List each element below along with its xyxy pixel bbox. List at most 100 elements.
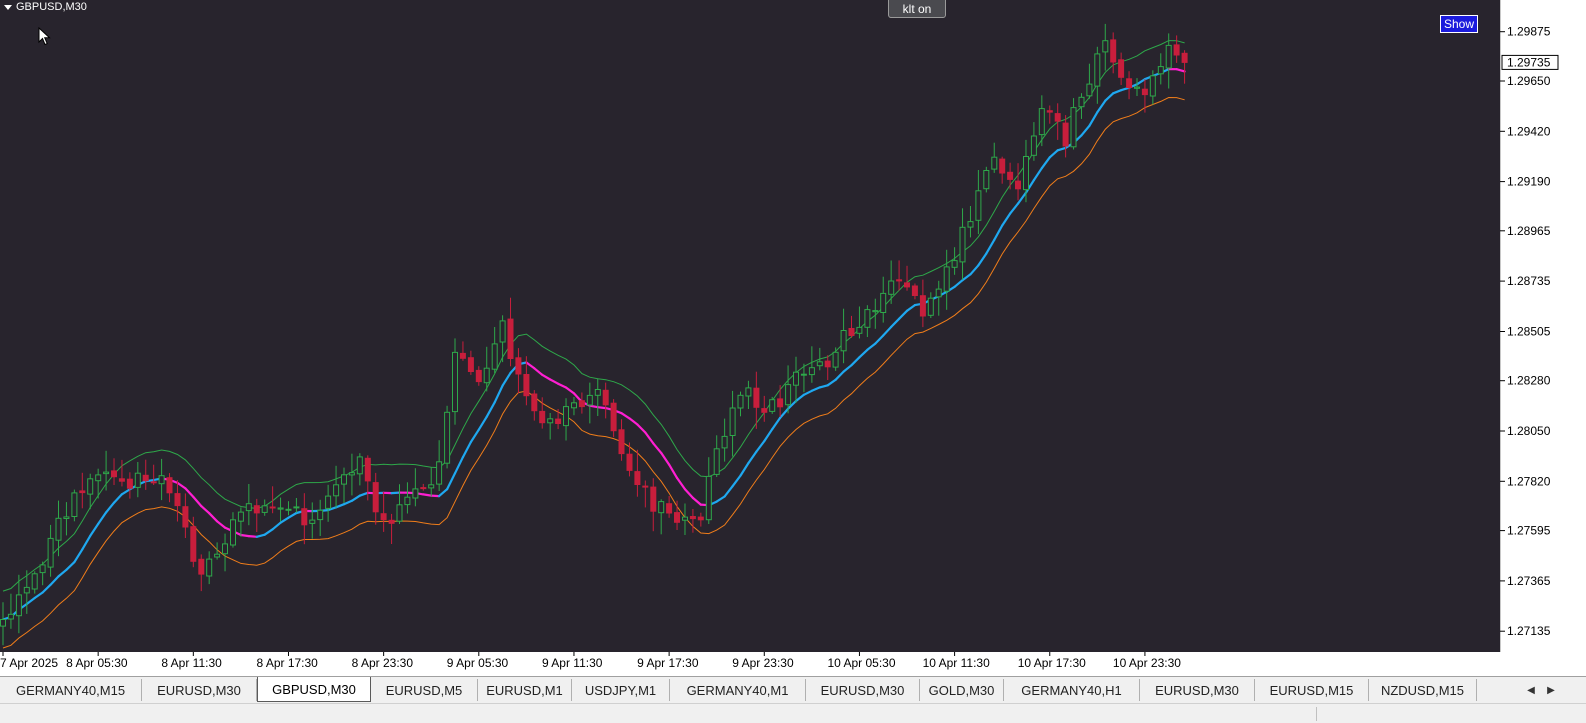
tab-eurusd-m30[interactable]: EURUSD,M30 [142,679,257,701]
candle-body [436,461,443,485]
candle-body [269,506,276,509]
candle-body [745,387,752,397]
center-line-segment [667,463,679,479]
tab-eurusd-m5[interactable]: EURUSD,M5 [371,679,478,701]
y-axis-tick-label: 1.27820 [1507,474,1551,488]
candle-body [206,558,213,577]
candle-body [991,156,998,170]
tab-eurusd-m1[interactable]: EURUSD,M1 [478,679,572,701]
candle-body [594,389,601,396]
center-line-segment [1088,111,1099,127]
tab-scroll-left-icon[interactable]: ◀ [1522,680,1540,700]
tab-germany40-h1[interactable]: GERMANY40,H1 [1004,679,1140,701]
tab-eurusd-m30[interactable]: EURUSD,M30 [806,679,920,701]
candle-body [705,475,712,521]
candle-body [721,435,728,449]
candle-body [1054,113,1061,122]
center-line-segment [493,384,504,404]
candle-body [547,418,554,424]
center-line-segment [897,309,909,320]
x-axis-tick-label: 8 Apr 23:30 [352,656,414,670]
tab-scroll-right-icon[interactable]: ▶ [1542,680,1560,700]
center-line-segment [652,442,663,454]
center-line-segment [747,450,758,465]
center-line-segment [112,493,124,504]
center-line-segment [438,488,449,498]
center-line-segment [858,348,869,359]
candle-body [919,295,926,317]
candle-body [515,357,522,375]
center-line-segment [485,401,496,418]
candle-body [578,400,585,408]
tab-gold-m30[interactable]: GOLD,M30 [920,679,1004,701]
candle-body [412,488,419,499]
center-line-segment [771,416,782,431]
tab-nzdusd-m15[interactable]: NZDUSD,M15 [1369,679,1477,701]
candle-body [475,369,482,383]
center-line-segment [628,417,639,426]
center-line-segment [239,533,250,538]
candle-body [325,495,332,509]
center-line-segment [1104,92,1115,102]
candle-body [1070,107,1077,148]
candle-body [364,457,371,482]
center-line-segment [1008,202,1020,215]
center-line-segment [422,493,433,497]
center-line-segment [525,361,536,370]
current-price-label: 1.29735 [1507,55,1551,69]
candle-body [1181,52,1188,63]
center-line-segment [255,533,266,538]
y-axis-tick-label: 1.29420 [1507,124,1551,138]
tab-eurusd-m15[interactable]: EURUSD,M15 [1255,679,1369,701]
candle-body [563,406,569,427]
candle-body [904,282,910,288]
candle-body [459,352,466,359]
x-axis-tick-label: 10 Apr 05:30 [827,656,895,670]
center-line-segment [81,534,92,551]
x-axis-tick-label: 9 Apr 17:30 [637,656,699,670]
center-line-segment [446,472,457,491]
candle-body [222,543,228,555]
center-line-segment [620,412,631,420]
symbol-label[interactable]: GBPUSD,M30 [4,1,87,13]
center-line-segment [73,548,84,564]
center-line-segment [390,491,401,495]
candle-body [1118,59,1125,78]
center-line-segment [342,499,353,506]
candle-body [999,158,1006,174]
center-line-segment [120,488,131,496]
x-axis-tick-label: 9 Apr 23:30 [732,656,794,670]
center-line-segment [453,456,464,475]
candle-body [301,508,308,526]
tab-germany40-m15[interactable]: GERMANY40,M15 [0,679,142,701]
candle-body [285,508,292,511]
tab-eurusd-m30[interactable]: EURUSD,M30 [1140,679,1255,701]
show-button[interactable]: Show [1440,15,1478,33]
center-line-segment [866,342,877,351]
center-line-segment [588,404,599,409]
candle-body [571,402,577,409]
triangle-down-icon [4,4,12,10]
center-line-segment [192,495,203,508]
klt-toggle-button[interactable]: klt on [888,0,946,18]
candle-body [642,485,649,488]
candle-body [1157,66,1164,75]
candle-body [1015,180,1021,190]
x-axis-tick-label: 10 Apr 11:30 [923,656,990,670]
center-line-segment [969,264,980,276]
candle-body [951,260,958,268]
terminal-window: 1.29875 1.29650 1.29420 1.29190 1.28965 1.287… [0,0,1586,723]
y-axis-tick-label: 1.29875 [1507,25,1551,39]
candle-body [777,398,784,408]
candle-body [396,504,403,522]
tab-usdjpy-m1[interactable]: USDJPY,M1 [572,679,670,701]
y-axis-tick-label: 1.28735 [1507,274,1551,288]
candle-body [111,470,117,478]
center-line-segment [953,279,964,288]
center-line-segment [890,317,901,328]
center-line-segment [739,462,750,477]
candle-body [626,453,633,471]
tab-germany40-m1[interactable]: GERMANY40,M1 [670,679,806,701]
tab-gbpusd-m30[interactable]: GBPUSD,M30 [257,677,371,702]
center-line-segment [216,520,227,529]
